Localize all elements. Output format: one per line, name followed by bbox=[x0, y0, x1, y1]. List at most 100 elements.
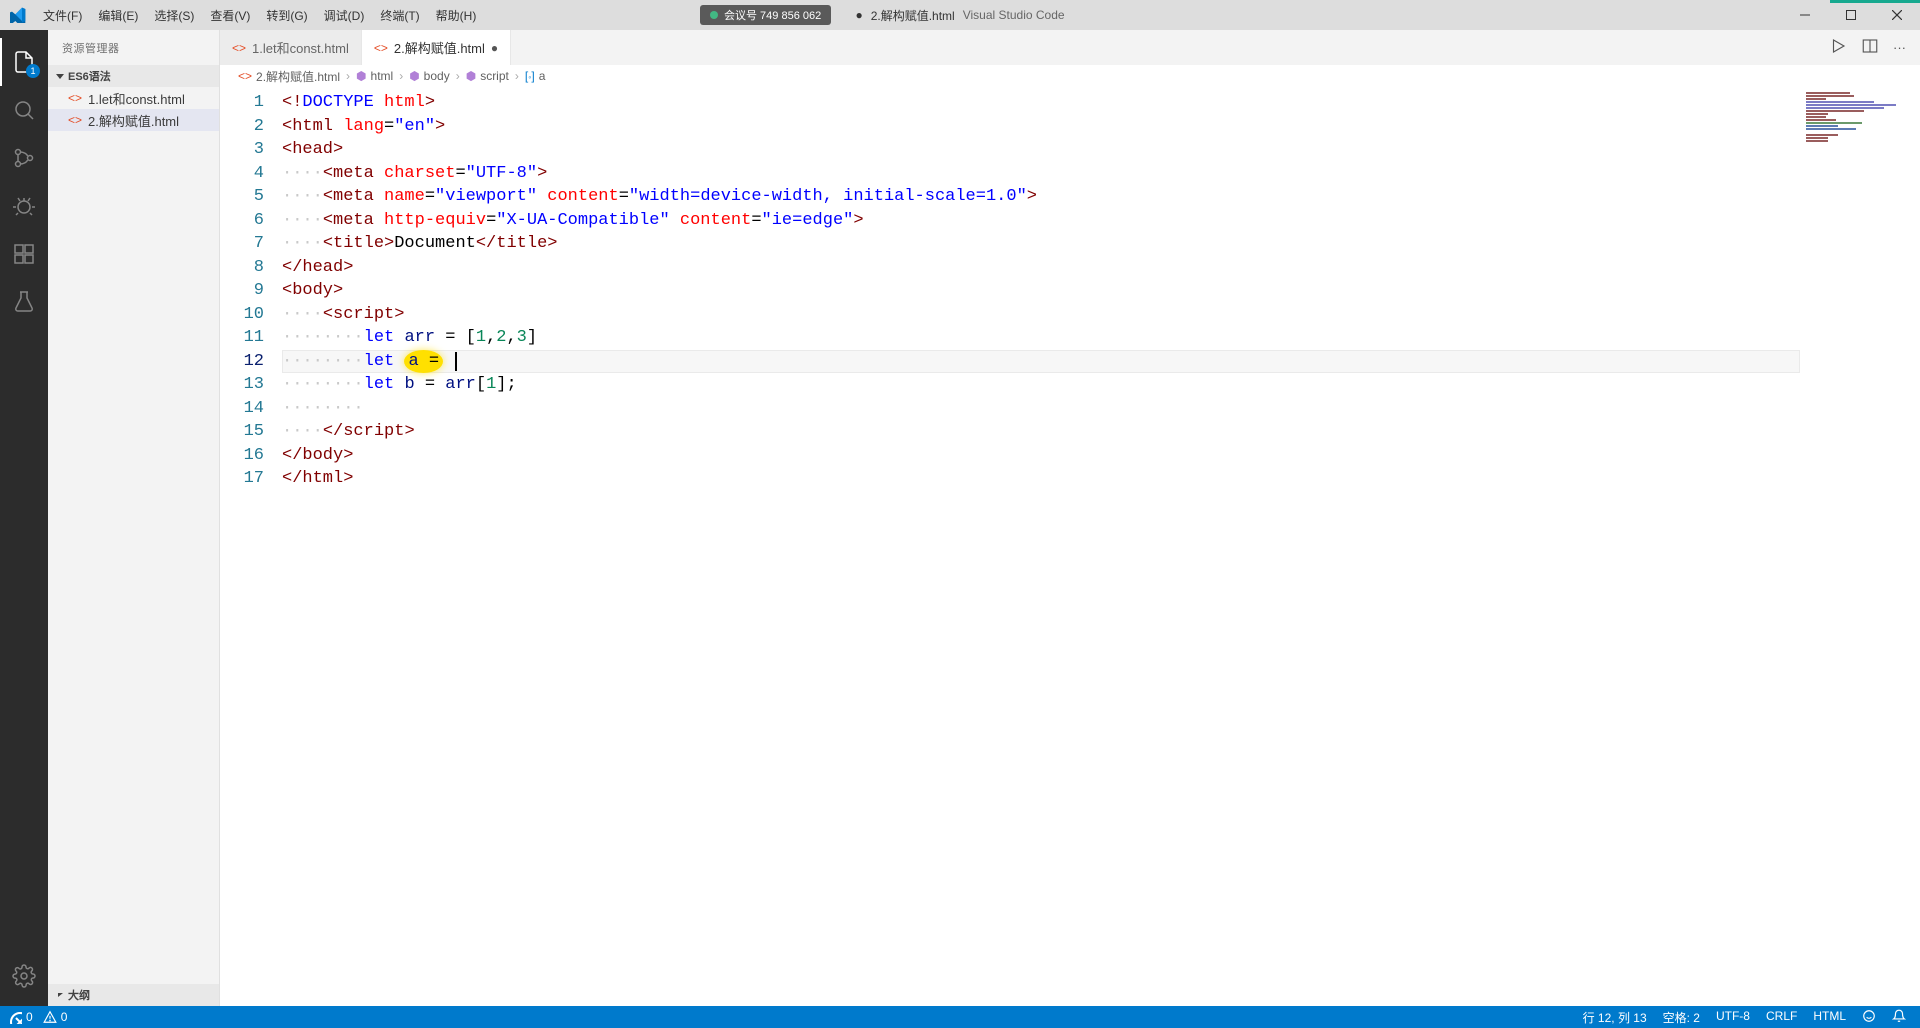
activity-search-icon[interactable] bbox=[0, 86, 48, 134]
status-encoding[interactable]: UTF-8 bbox=[1708, 1009, 1758, 1023]
activity-bar: 1 bbox=[0, 30, 48, 1006]
activity-settings-icon[interactable] bbox=[0, 952, 48, 1000]
code-line-11[interactable]: ········let arr = [1,2,3] bbox=[282, 326, 1800, 350]
code-line-1[interactable]: <!DOCTYPE html> bbox=[282, 91, 1800, 115]
minimap[interactable] bbox=[1806, 91, 1906, 143]
html-file-icon: <> bbox=[68, 91, 82, 105]
code-line-3[interactable]: <head> bbox=[282, 138, 1800, 162]
status-line-col[interactable]: 行 12, 列 13 bbox=[1575, 1009, 1655, 1026]
file-tree: <> 1.let和const.html <> 2.解构赋值.html bbox=[48, 87, 219, 1006]
breadcrumb-file[interactable]: <>2.解构赋值.html bbox=[238, 68, 340, 85]
line-number-gutter: 1234567891011121314151617 bbox=[220, 87, 282, 1006]
dirty-dot-icon bbox=[855, 8, 866, 22]
symbol-icon: ⬢ bbox=[466, 69, 476, 83]
teal-accent-line bbox=[1830, 0, 1920, 3]
activity-explorer-icon[interactable]: 1 bbox=[0, 38, 48, 86]
chevron-right-icon: › bbox=[515, 69, 519, 83]
breadcrumb-html[interactable]: ⬢html bbox=[356, 69, 393, 83]
split-editor-icon[interactable] bbox=[1861, 37, 1879, 58]
code-line-7[interactable]: ····<title>Document</title> bbox=[282, 232, 1800, 256]
code-line-15[interactable]: ····</script> bbox=[282, 420, 1800, 444]
menu-bar: 文件(F) 编辑(E) 选择(S) 查看(V) 转到(G) 调试(D) 终端(T… bbox=[35, 0, 484, 30]
code-line-12-current[interactable]: ········let a = bbox=[282, 350, 1800, 374]
editor-top-actions: ··· bbox=[1829, 30, 1920, 65]
title-bar: 文件(F) 编辑(E) 选择(S) 查看(V) 转到(G) 调试(D) 终端(T… bbox=[0, 0, 1920, 30]
code-line-6[interactable]: ····<meta http-equiv="X-UA-Compatible" c… bbox=[282, 209, 1800, 233]
status-errors[interactable]: 0 0 bbox=[0, 1006, 75, 1028]
file-label: 1.let和const.html bbox=[88, 89, 185, 108]
menu-edit[interactable]: 编辑(E) bbox=[90, 0, 146, 30]
window-maximize-button[interactable] bbox=[1828, 0, 1874, 30]
code-line-8[interactable]: </head> bbox=[282, 256, 1800, 280]
status-language[interactable]: HTML bbox=[1805, 1009, 1854, 1023]
menu-file[interactable]: 文件(F) bbox=[35, 0, 90, 30]
breadcrumb-variable-a[interactable]: [◦]a bbox=[525, 69, 546, 83]
window-minimize-button[interactable] bbox=[1782, 0, 1828, 30]
tab-file-1[interactable]: <> 1.let和const.html bbox=[220, 30, 362, 65]
code-line-4[interactable]: ····<meta charset="UTF-8"> bbox=[282, 162, 1800, 186]
status-spaces[interactable]: 空格: 2 bbox=[1655, 1009, 1708, 1026]
html-file-icon: <> bbox=[238, 69, 252, 83]
code-line-14[interactable]: ········ bbox=[282, 397, 1800, 421]
more-actions-icon[interactable]: ··· bbox=[1893, 40, 1906, 55]
code-line-17[interactable]: </html> bbox=[282, 467, 1800, 491]
html-file-icon: <> bbox=[232, 41, 246, 55]
code-editor[interactable]: 1234567891011121314151617 <!DOCTYPE html… bbox=[220, 87, 1920, 1006]
code-line-16[interactable]: </body> bbox=[282, 444, 1800, 468]
title-app-name: Visual Studio Code bbox=[963, 8, 1065, 22]
file-label: 2.解构赋值.html bbox=[88, 111, 179, 130]
vscode-logo-icon bbox=[0, 7, 35, 23]
status-eol[interactable]: CRLF bbox=[1758, 1009, 1805, 1023]
menu-terminal[interactable]: 终端(T) bbox=[372, 0, 427, 30]
sidebar-section-outline[interactable]: 大纲 bbox=[48, 984, 219, 1006]
symbol-icon: ⬢ bbox=[356, 69, 366, 83]
cursor-highlight-icon: a = bbox=[404, 350, 443, 373]
breadcrumb-body[interactable]: ⬢body bbox=[409, 69, 450, 83]
breadcrumb: <>2.解构赋值.html › ⬢html › ⬢body › ⬢script … bbox=[220, 65, 1920, 87]
window-title: 2.解构赋值.html Visual Studio Code bbox=[855, 7, 1064, 24]
file-item-let-const[interactable]: <> 1.let和const.html bbox=[48, 87, 219, 109]
tab-label: 2.解构赋值.html bbox=[394, 38, 485, 57]
tab-label: 1.let和const.html bbox=[252, 38, 349, 57]
variable-icon: [◦] bbox=[525, 69, 535, 83]
activity-extensions-icon[interactable] bbox=[0, 230, 48, 278]
code-line-2[interactable]: <html lang="en"> bbox=[282, 115, 1800, 139]
tab-dirty-icon bbox=[491, 40, 498, 55]
menu-help[interactable]: 帮助(H) bbox=[428, 0, 485, 30]
menu-view[interactable]: 查看(V) bbox=[202, 0, 258, 30]
chevron-right-icon: › bbox=[399, 69, 403, 83]
title-file-name: 2.解构赋值.html bbox=[871, 7, 955, 24]
code-content[interactable]: <!DOCTYPE html> <html lang="en"> <head> … bbox=[282, 87, 1800, 1006]
status-bar: 0 0 行 12, 列 13 空格: 2 UTF-8 CRLF HTML bbox=[0, 1006, 1920, 1028]
menu-select[interactable]: 选择(S) bbox=[146, 0, 202, 30]
run-icon[interactable] bbox=[1829, 37, 1847, 58]
activity-test-icon[interactable] bbox=[0, 278, 48, 326]
explorer-badge: 1 bbox=[26, 64, 40, 78]
html-file-icon: <> bbox=[374, 41, 388, 55]
menu-debug[interactable]: 调试(D) bbox=[316, 0, 373, 30]
code-line-10[interactable]: ····<script> bbox=[282, 303, 1800, 327]
activity-scm-icon[interactable] bbox=[0, 134, 48, 182]
meeting-badge: 会议号 749 856 062 bbox=[700, 5, 831, 25]
status-bell-icon[interactable] bbox=[1884, 1009, 1920, 1023]
sidebar-explorer: 资源管理器 ES6语法 <> 1.let和const.html <> 2.解构赋… bbox=[48, 30, 220, 1006]
window-controls bbox=[1782, 0, 1920, 30]
symbol-icon: ⬢ bbox=[409, 69, 419, 83]
code-line-13[interactable]: ········let b = arr[1]; bbox=[282, 373, 1800, 397]
activity-debug-icon[interactable] bbox=[0, 182, 48, 230]
file-item-destructuring[interactable]: <> 2.解构赋值.html bbox=[48, 109, 219, 131]
code-line-5[interactable]: ····<meta name="viewport" content="width… bbox=[282, 185, 1800, 209]
breadcrumb-script[interactable]: ⬢script bbox=[466, 69, 509, 83]
menu-goto[interactable]: 转到(G) bbox=[258, 0, 315, 30]
code-line-9[interactable]: <body> bbox=[282, 279, 1800, 303]
window-close-button[interactable] bbox=[1874, 0, 1920, 30]
chevron-right-icon: › bbox=[456, 69, 460, 83]
html-file-icon: <> bbox=[68, 113, 82, 127]
text-cursor bbox=[455, 352, 457, 371]
tab-file-2[interactable]: <> 2.解构赋值.html bbox=[362, 30, 511, 65]
sidebar-title: 资源管理器 bbox=[48, 30, 219, 65]
status-feedback-icon[interactable] bbox=[1854, 1009, 1884, 1023]
chevron-right-icon: › bbox=[346, 69, 350, 83]
editor-tabs: <> 1.let和const.html <> 2.解构赋值.html ··· bbox=[220, 30, 1920, 65]
sidebar-section-folder[interactable]: ES6语法 bbox=[48, 65, 219, 87]
